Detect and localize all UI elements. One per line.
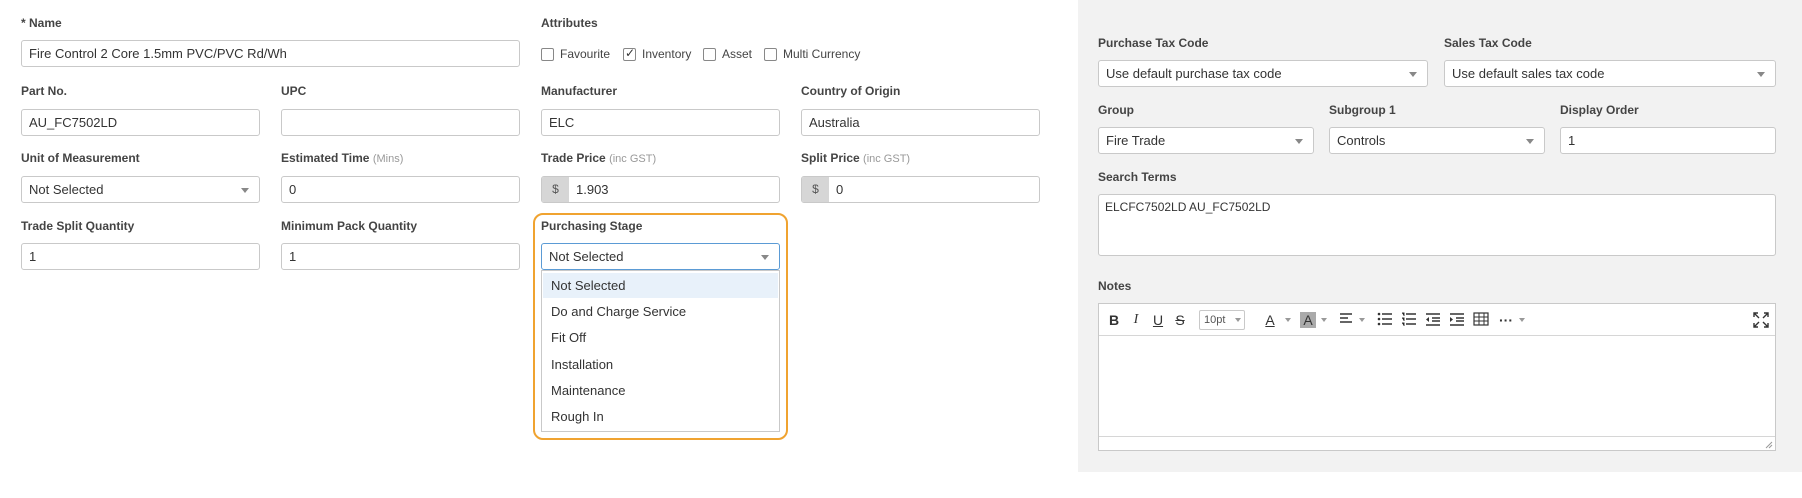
purchase-tax-select[interactable]: Use default purchase tax code: [1098, 60, 1428, 87]
trade-price-gst: (inc GST): [609, 153, 657, 165]
purchasing-stage-dropdown: Not Selected Do and Charge Service Fit O…: [541, 270, 780, 432]
editor-statusbar: [1099, 436, 1775, 450]
font-color-caret-icon: [1285, 318, 1291, 322]
background-color-button[interactable]: A: [1300, 312, 1316, 328]
search-terms-textarea[interactable]: ELCFC7502LD AU_FC7502LD: [1098, 194, 1776, 256]
font-size-caret-icon: [1235, 318, 1241, 322]
numbered-list-icon[interactable]: [1401, 312, 1417, 328]
font-color-button[interactable]: A: [1262, 312, 1278, 328]
part-no-label: Part No.: [21, 84, 68, 98]
trade-split-qty-input[interactable]: 1: [21, 243, 260, 270]
trade-price-label: Trade Price (inc GST): [541, 151, 656, 165]
align-caret-icon: [1359, 318, 1365, 322]
favourite-label: Favourite: [560, 47, 611, 61]
split-price-field[interactable]: $ 0: [801, 176, 1040, 203]
country-input[interactable]: Australia: [801, 109, 1040, 136]
bullet-list-icon[interactable]: [1377, 312, 1393, 328]
asset-checkbox[interactable]: Asset: [703, 47, 752, 61]
purchasing-stage-label: Purchasing Stage: [541, 219, 643, 233]
bold-button[interactable]: B: [1107, 312, 1121, 328]
split-price-value[interactable]: 0: [836, 177, 843, 202]
resize-handle-icon[interactable]: [1763, 439, 1773, 449]
upc-input[interactable]: [281, 109, 520, 136]
upc-label: UPC: [281, 84, 307, 98]
editor-toolbar: B I U S 10pt A A ···: [1099, 304, 1775, 336]
multi-currency-checkbox[interactable]: Multi Currency: [764, 47, 860, 61]
split-price-gst: (inc GST): [863, 153, 911, 165]
underline-button[interactable]: U: [1151, 312, 1165, 328]
min-pack-qty-label: Minimum Pack Quantity: [281, 219, 418, 233]
manufacturer-input[interactable]: ELC: [541, 109, 780, 136]
est-time-label: Estimated Time (Mins): [281, 151, 403, 165]
purchasing-stage-select[interactable]: Not Selected: [541, 243, 780, 270]
indent-icon[interactable]: [1449, 312, 1465, 328]
asset-checkbox-box[interactable]: [703, 47, 716, 61]
option-installation[interactable]: Installation: [543, 352, 778, 377]
subgroup-select[interactable]: Controls: [1329, 127, 1545, 154]
option-maintenance[interactable]: Maintenance: [543, 378, 778, 403]
split-price-label-text: Split Price: [801, 151, 860, 165]
est-time-label-text: Estimated Time: [281, 151, 370, 165]
trade-price-label-text: Trade Price: [541, 151, 606, 165]
asset-label: Asset: [722, 47, 753, 61]
more-caret-icon: [1519, 318, 1525, 322]
multi-currency-label: Multi Currency: [783, 47, 861, 61]
est-time-unit: (Mins): [372, 153, 404, 165]
strikethrough-button[interactable]: S: [1173, 312, 1187, 328]
notes-label: Notes: [1098, 279, 1132, 293]
inventory-checkbox-box[interactable]: [623, 46, 636, 61]
dollar-prefix: $: [802, 177, 829, 202]
inventory-checkbox[interactable]: Inventory: [623, 46, 692, 61]
favourite-checkbox-box[interactable]: [541, 47, 554, 61]
uom-select[interactable]: Not Selected: [21, 176, 260, 203]
option-rough-in[interactable]: Rough In: [543, 404, 778, 429]
sales-tax-select[interactable]: Use default sales tax code: [1444, 60, 1776, 87]
inventory-label: Inventory: [642, 47, 692, 61]
align-left-icon[interactable]: [1339, 312, 1355, 328]
uom-label: Unit of Measurement: [21, 151, 140, 165]
part-no-input[interactable]: AU_FC7502LD: [21, 109, 260, 136]
min-pack-qty-input[interactable]: 1: [281, 243, 520, 270]
multi-currency-checkbox-box[interactable]: [764, 47, 777, 61]
trade-split-qty-label: Trade Split Quantity: [21, 219, 135, 233]
trade-price-value[interactable]: 1.903: [576, 177, 609, 202]
name-input[interactable]: Fire Control 2 Core 1.5mm PVC/PVC Rd/Wh: [21, 40, 520, 67]
more-button[interactable]: ···: [1497, 312, 1515, 328]
attributes-label: Attributes: [541, 16, 598, 30]
bg-color-caret-icon: [1321, 318, 1327, 322]
table-icon[interactable]: [1473, 312, 1489, 328]
option-fit-off[interactable]: Fit Off: [543, 325, 778, 350]
est-time-input[interactable]: 0: [281, 176, 520, 203]
display-order-label: Display Order: [1560, 103, 1639, 117]
display-order-input[interactable]: 1: [1560, 127, 1776, 154]
option-not-selected[interactable]: Not Selected: [543, 273, 778, 298]
outdent-icon[interactable]: [1425, 312, 1441, 328]
country-label: Country of Origin: [801, 84, 901, 98]
notes-editor: B I U S 10pt A A ···: [1098, 303, 1776, 451]
fullscreen-icon[interactable]: [1753, 312, 1769, 328]
trade-price-field[interactable]: $ 1.903: [541, 176, 780, 203]
dollar-prefix: $: [542, 177, 569, 202]
search-terms-label: Search Terms: [1098, 170, 1177, 184]
purchase-tax-label: Purchase Tax Code: [1098, 36, 1209, 50]
name-label: * Name: [21, 16, 62, 30]
manufacturer-label: Manufacturer: [541, 84, 618, 98]
sales-tax-label: Sales Tax Code: [1444, 36, 1532, 50]
favourite-checkbox[interactable]: Favourite: [541, 47, 610, 61]
italic-button[interactable]: I: [1129, 312, 1143, 328]
group-label: Group: [1098, 103, 1134, 117]
subgroup-label: Subgroup 1: [1329, 103, 1396, 117]
group-select[interactable]: Fire Trade: [1098, 127, 1314, 154]
option-do-and-charge[interactable]: Do and Charge Service: [543, 299, 778, 324]
split-price-label: Split Price (inc GST): [801, 151, 910, 165]
